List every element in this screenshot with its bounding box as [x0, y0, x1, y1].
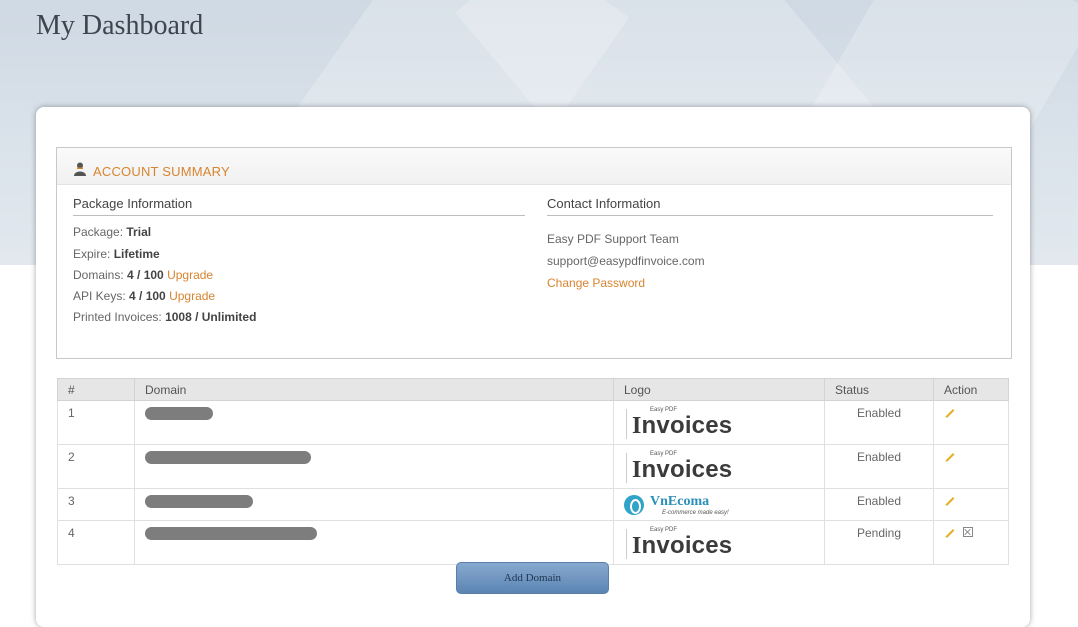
redacted-domain: [145, 495, 253, 508]
column-header-number: #: [57, 378, 135, 401]
easy-pdf-invoices-logo: Easy PDF Invoices: [624, 406, 748, 444]
action-cell: [933, 444, 1009, 489]
easy-pdf-invoices-logo: Easy PDF Invoices: [624, 450, 748, 488]
package-line: Package: Trial: [73, 225, 152, 239]
status-cell: Enabled: [824, 444, 934, 489]
redacted-domain: [145, 451, 311, 464]
api-keys-upgrade-link[interactable]: Upgrade: [169, 289, 215, 303]
domains-table: # Domain Logo Status Action 1 Easy PDF I…: [57, 378, 1009, 565]
logo-cell: VnEcoma E-commerce made easy!: [613, 488, 825, 521]
row-number: 3: [57, 488, 135, 521]
vnecoma-logo: VnEcoma E-commerce made easy!: [624, 494, 748, 520]
logo-cell: Easy PDF Invoices: [613, 444, 825, 489]
column-header-logo: Logo: [613, 378, 825, 401]
package-value: Trial: [126, 225, 152, 239]
domains-line: Domains: 4 / 100 Upgrade: [73, 268, 214, 282]
package-information-heading: Package Information: [73, 196, 525, 216]
pencil-icon[interactable]: [944, 450, 956, 462]
domain-cell: [134, 488, 614, 521]
api-keys-line: API Keys: 4 / 100 Upgrade: [73, 289, 216, 303]
column-header-action: Action: [933, 378, 1009, 401]
table-row: 4 Easy PDF Invoices Pending: [57, 520, 1009, 565]
table-header-row: # Domain Logo Status Action: [57, 378, 1009, 401]
add-domain-button[interactable]: Add Domain: [456, 562, 609, 594]
easy-pdf-invoices-logo: Easy PDF Invoices: [624, 526, 748, 564]
printed-invoices-line: Printed Invoices: 1008 / Unlimited: [73, 310, 257, 324]
table-row: 1 Easy PDF Invoices Enabled: [57, 400, 1009, 445]
pencil-icon[interactable]: [944, 494, 956, 506]
account-summary-header: ACCOUNT SUMMARY: [57, 148, 1011, 185]
status-cell: Enabled: [824, 400, 934, 445]
account-summary: ACCOUNT SUMMARY Package Information Cont…: [56, 147, 1012, 359]
domain-cell: [134, 520, 614, 565]
action-cell: [933, 520, 1009, 565]
domains-value: 4 / 100: [127, 268, 164, 282]
domains-upgrade-link[interactable]: Upgrade: [167, 268, 213, 282]
domain-cell: [134, 400, 614, 445]
status-cell: Pending: [824, 520, 934, 565]
support-team-name: Easy PDF Support Team: [547, 232, 679, 246]
api-keys-value: 4 / 100: [129, 289, 166, 303]
support-email: support@easypdfinvoice.com: [547, 254, 705, 268]
printed-invoices-value: 1008 / Unlimited: [165, 310, 257, 324]
dashboard-panel: ACCOUNT SUMMARY Package Information Cont…: [36, 107, 1030, 627]
row-number: 1: [57, 400, 135, 445]
action-cell: [933, 488, 1009, 521]
account-summary-title: ACCOUNT SUMMARY: [93, 164, 230, 179]
row-number: 4: [57, 520, 135, 565]
pencil-icon[interactable]: [944, 406, 956, 418]
domain-cell: [134, 444, 614, 489]
row-number: 2: [57, 444, 135, 489]
redacted-domain: [145, 527, 317, 540]
status-cell: Enabled: [824, 488, 934, 521]
logo-cell: Easy PDF Invoices: [613, 400, 825, 445]
close-box-icon[interactable]: [963, 527, 974, 537]
vnecoma-logo-mark: [624, 495, 644, 515]
table-row: 2 Easy PDF Invoices Enabled: [57, 444, 1009, 489]
pencil-icon[interactable]: [944, 526, 956, 538]
user-icon: [74, 162, 86, 176]
column-header-status: Status: [824, 378, 934, 401]
change-password-link[interactable]: Change Password: [547, 276, 645, 290]
table-row: 3 VnEcoma E-commerce made easy! Enabled: [57, 488, 1009, 521]
logo-cell: Easy PDF Invoices: [613, 520, 825, 565]
expire-line: Expire: Lifetime: [73, 247, 160, 261]
column-header-domain: Domain: [134, 378, 614, 401]
action-cell: [933, 400, 1009, 445]
redacted-domain: [145, 407, 213, 420]
contact-information-heading: Contact Information: [547, 196, 993, 216]
page-title: My Dashboard: [36, 10, 204, 41]
expire-value: Lifetime: [113, 247, 160, 261]
